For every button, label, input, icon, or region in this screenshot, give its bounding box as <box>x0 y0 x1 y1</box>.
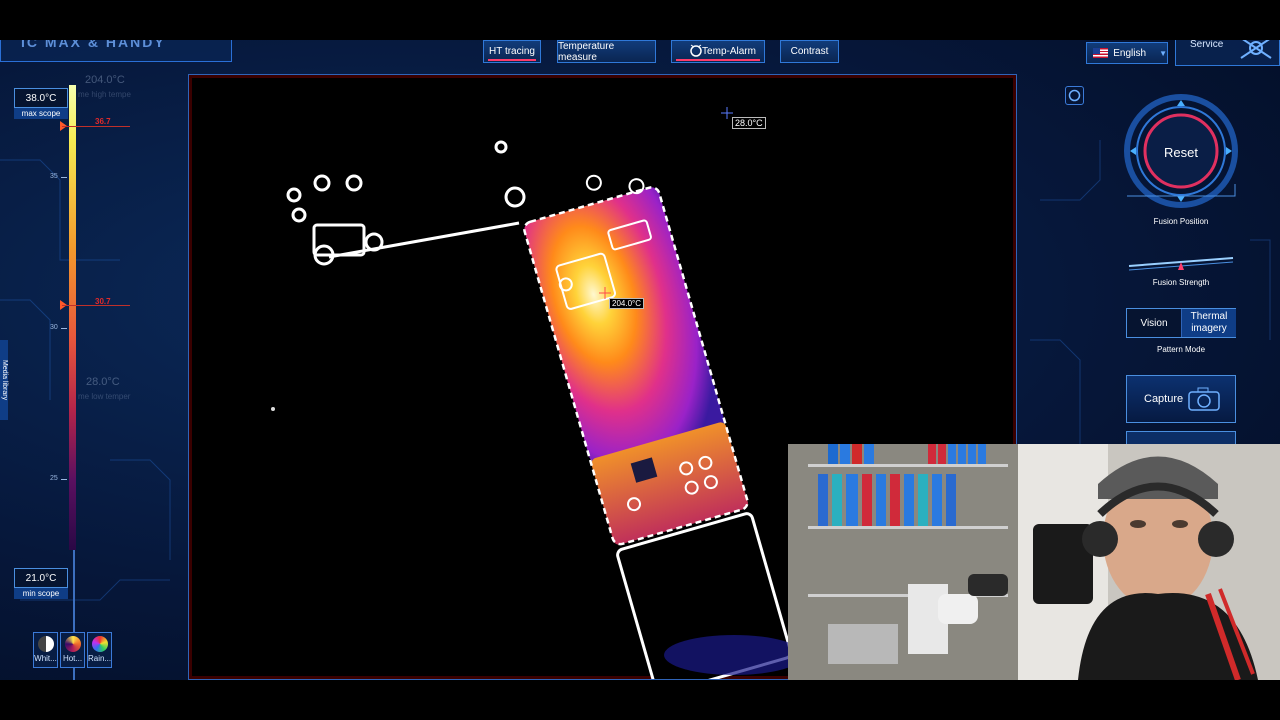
alarm-low-value: 30.7 <box>95 297 111 306</box>
tab-label: HT tracing <box>489 46 535 57</box>
min-scope-label: min scope <box>14 588 68 599</box>
logo-text: IC MAX & HANDY <box>21 40 166 50</box>
webcam-video-frame <box>788 444 1280 680</box>
low-temp-readout: 28.0°C <box>86 376 120 388</box>
brand-logo: IC MAX & HANDY <box>0 40 232 62</box>
reset-label: Reset <box>1164 144 1198 160</box>
tools-icon <box>1240 40 1272 59</box>
palette-label: Rain... <box>88 654 112 663</box>
dial-left-arrow <box>1130 147 1136 155</box>
thermal-imagery-label: Thermal imagery <box>1190 311 1228 334</box>
palette-label: Whit... <box>34 654 57 663</box>
scale-tick-30: 30 <box>50 324 67 331</box>
language-select[interactable]: English ▼ <box>1086 42 1168 64</box>
tab-temp-alarm[interactable]: Temp-Alarm <box>671 40 765 63</box>
tab-temperature-measure[interactable]: Temperature measure <box>557 40 656 63</box>
tab-label: Temp-Alarm <box>702 46 756 57</box>
dial-bracket <box>1127 184 1236 197</box>
fusion-strength-label: Fusion Strength <box>1152 278 1210 287</box>
capture-button[interactable]: Capture <box>1126 375 1236 423</box>
high-temp-caption: me high tempe <box>78 90 131 99</box>
thermal-imagery-option[interactable]: Thermal imagery <box>1182 309 1236 337</box>
tab-ht-tracing[interactable]: HT tracing <box>483 40 541 63</box>
cursor-temp-label: 28.0°C <box>732 117 766 129</box>
media-library-tab[interactable]: Media library <box>0 340 8 420</box>
palette-rainbow[interactable]: Rain... <box>87 632 112 668</box>
max-scope-value[interactable]: 38.0°C <box>14 88 68 108</box>
tab-label: Contrast <box>790 46 829 57</box>
pattern-mode-label: Pattern Mode <box>1156 345 1206 354</box>
palette-white-hot[interactable]: Whit... <box>33 632 58 668</box>
tab-label: Temperature measure <box>558 40 615 63</box>
webcam-overlay <box>788 444 1280 680</box>
scale-tick-25: 25 <box>50 475 67 482</box>
service-button[interactable]: Service <box>1175 40 1280 66</box>
connector-outline <box>286 140 526 266</box>
iron-palette-icon <box>64 636 81 652</box>
white-hot-palette-icon <box>37 636 54 652</box>
max-scope-text: 38.0°C <box>25 92 57 104</box>
logic-board <box>523 174 793 679</box>
fusion-strength-slider[interactable] <box>1127 252 1237 272</box>
tab-contrast[interactable]: Contrast <box>780 40 839 63</box>
letterbox-top <box>0 0 1280 40</box>
alarm-high-value: 36.7 <box>95 117 111 126</box>
low-temp-caption: me low temper <box>78 392 131 401</box>
dial-right-arrow <box>1226 147 1232 155</box>
us-flag-icon <box>1093 48 1109 58</box>
camera-icon <box>1188 387 1220 411</box>
capture-label: Capture <box>1144 393 1184 405</box>
refresh-icon <box>1068 89 1081 102</box>
fusion-position-label: Fusion Position <box>1153 217 1209 226</box>
hotspot-temp-label: 204.0°C <box>609 298 644 309</box>
min-scope-value[interactable]: 21.0°C <box>14 568 68 588</box>
language-label: English <box>1113 47 1147 59</box>
alarm-icon <box>690 44 702 57</box>
max-scope-label: max scope <box>14 108 68 119</box>
service-label: Service <box>1190 40 1224 50</box>
temperature-colorbar <box>69 85 76 550</box>
dial-up-arrow <box>1177 100 1185 106</box>
refresh-button[interactable] <box>1065 86 1084 105</box>
scale-tick-35: 35 <box>50 173 67 180</box>
min-scope-text: 21.0°C <box>25 572 57 584</box>
rainbow-palette-icon <box>91 636 108 652</box>
alarm-high-line <box>62 126 130 127</box>
pattern-mode-toggle[interactable]: Vision Thermal imagery <box>1126 308 1236 338</box>
palette-iron[interactable]: Hot... <box>60 632 85 668</box>
letterbox-bottom <box>0 680 1280 720</box>
vision-label: Vision <box>1140 317 1168 329</box>
chevron-down-icon: ▼ <box>1159 48 1167 58</box>
vision-option[interactable]: Vision <box>1127 309 1182 337</box>
high-temp-readout: 204.0°C <box>85 74 125 86</box>
palette-label: Hot... <box>62 654 83 663</box>
record-button[interactable] <box>1126 431 1236 445</box>
reset-button[interactable]: Reset <box>1155 126 1207 178</box>
